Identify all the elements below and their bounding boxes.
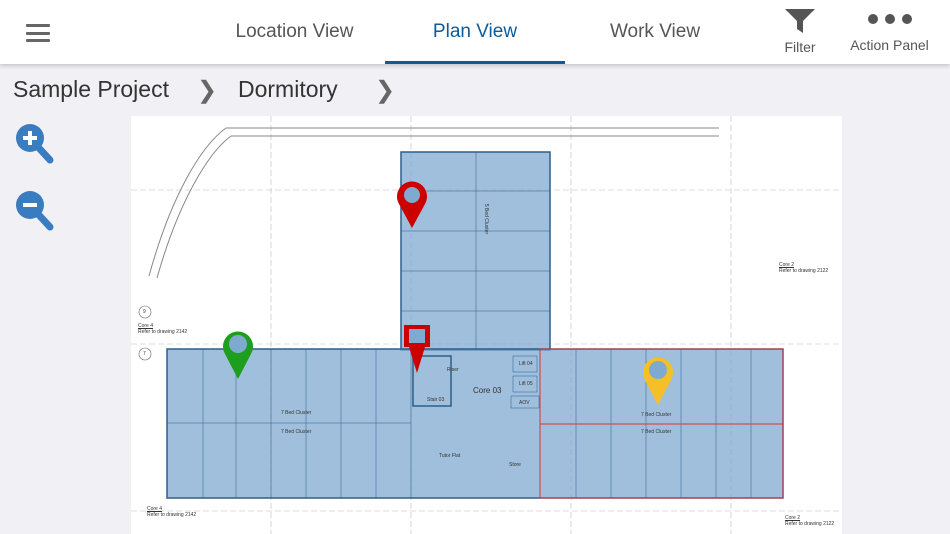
- drawing-reference: Core 4 Refer to drawing 2142: [147, 506, 197, 518]
- drawing-reference: Core 4 Refer to drawing 2142: [138, 323, 188, 335]
- chevron-right-icon: ❯: [197, 77, 218, 104]
- cluster-label: 7 Bed Cluster: [641, 412, 672, 418]
- action-panel-label: Action Panel: [850, 37, 929, 53]
- hamburger-menu-icon[interactable]: [26, 24, 50, 42]
- grid-label: 7: [143, 351, 146, 357]
- tab-work-view[interactable]: Work View: [590, 0, 720, 64]
- room-label: Tutor Flat: [439, 453, 461, 459]
- room-label: Lift 04: [519, 361, 533, 367]
- drawing-reference: Core 2 Refer to drawing 2122: [785, 515, 835, 527]
- cluster-label: 5 Bed Cluster: [483, 203, 490, 235]
- core-label: Core 03: [473, 386, 502, 395]
- room-label: Lift 05: [519, 381, 533, 387]
- filter-button[interactable]: Filter: [775, 8, 825, 55]
- zoom-in-icon[interactable]: [14, 122, 54, 164]
- drawing-reference: Core 2 Refer to drawing 2122: [779, 262, 829, 274]
- zoom-out-icon[interactable]: [14, 189, 54, 231]
- action-panel-button[interactable]: Action Panel: [842, 8, 937, 53]
- cluster-label: 7 Bed Cluster: [641, 429, 672, 435]
- cluster-label: 7 Bed Cluster: [281, 410, 312, 416]
- grid-label: 9: [143, 309, 146, 315]
- room-label: AOV: [519, 400, 530, 406]
- tab-plan-view[interactable]: Plan View: [385, 0, 565, 64]
- issue-pin-green[interactable]: [221, 327, 255, 381]
- cluster-label: 7 Bed Cluster: [281, 429, 312, 435]
- issue-pin-yellow[interactable]: [641, 353, 675, 407]
- chevron-right-icon: ❯: [375, 77, 396, 104]
- more-dots-icon: [867, 14, 912, 24]
- filter-icon: [785, 9, 815, 33]
- filter-label: Filter: [784, 39, 816, 55]
- breadcrumb-building[interactable]: Dormitory: [238, 76, 338, 103]
- room-label: Riser: [447, 367, 459, 373]
- tab-location-view[interactable]: Location View: [222, 0, 367, 64]
- breadcrumb-project[interactable]: Sample Project: [13, 76, 169, 103]
- area-pin-red[interactable]: [400, 323, 434, 375]
- issue-pin-red[interactable]: [395, 178, 429, 230]
- floor-plan[interactable]: 9 7 Core 03 7 Bed Cluster 7 Bed Cluster …: [131, 116, 842, 534]
- top-bar: Location View Plan View Work View Filter…: [0, 0, 950, 64]
- floor-plan-drawing: [131, 116, 842, 534]
- room-label: Stair 03: [427, 397, 445, 403]
- room-label: Store: [509, 462, 521, 468]
